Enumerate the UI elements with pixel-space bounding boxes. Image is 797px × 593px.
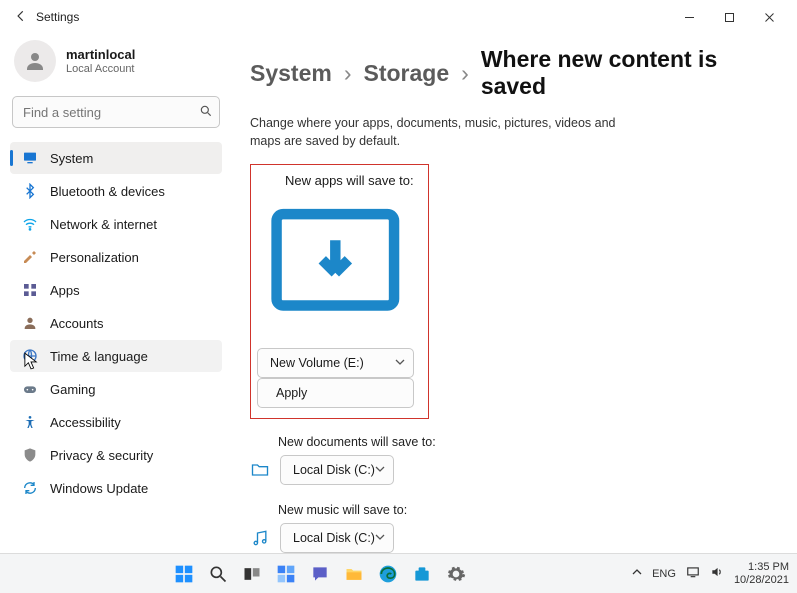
- sidebar-item-label: Time & language: [50, 349, 148, 364]
- update-icon: [22, 480, 38, 496]
- tray-clock[interactable]: 1:35 PM 10/28/2021: [734, 561, 789, 586]
- system-tray[interactable]: ENG 1:35 PM 10/28/2021: [632, 561, 789, 586]
- window-title: Settings: [36, 10, 79, 24]
- app-install-icon: [257, 333, 414, 348]
- tray-volume-icon[interactable]: [710, 565, 724, 582]
- dropdown-value: New Volume (E:): [270, 356, 364, 370]
- folder-icon: [250, 460, 270, 480]
- content: System › Storage › Where new content is …: [232, 34, 797, 553]
- back-button[interactable]: [14, 9, 28, 26]
- sidebar-item-personalization[interactable]: Personalization: [10, 241, 222, 273]
- sidebar: martinlocal Local Account System Bluetoo…: [0, 34, 232, 553]
- grid-icon: [22, 282, 38, 298]
- close-button[interactable]: [749, 2, 789, 32]
- sidebar-item-label: Apps: [50, 283, 80, 298]
- tray-chevron-icon[interactable]: [632, 567, 642, 580]
- explorer-icon[interactable]: [342, 562, 366, 586]
- settings-icon[interactable]: [444, 562, 468, 586]
- sidebar-item-label: System: [50, 151, 93, 166]
- sidebar-item-label: Personalization: [50, 250, 139, 265]
- taskbar-search-icon[interactable]: [206, 562, 230, 586]
- person-icon: [22, 315, 38, 331]
- breadcrumb: System › Storage › Where new content is …: [250, 46, 777, 100]
- sidebar-item-label: Privacy & security: [50, 448, 153, 463]
- shield-icon: [22, 447, 38, 463]
- sidebar-item-label: Accounts: [50, 316, 103, 331]
- nav-list: System Bluetooth & devices Network & int…: [8, 142, 224, 504]
- bluetooth-icon: [22, 183, 38, 199]
- maximize-button[interactable]: [709, 2, 749, 32]
- search-input[interactable]: [23, 105, 199, 120]
- group-music: New music will save to: Local Disk (C:): [250, 503, 777, 553]
- profile-name: martinlocal: [66, 47, 135, 62]
- taskbar: ENG 1:35 PM 10/28/2021: [0, 553, 797, 593]
- minimize-button[interactable]: [669, 2, 709, 32]
- chevron-right-icon: ›: [344, 60, 352, 87]
- sidebar-item-network[interactable]: Network & internet: [10, 208, 222, 240]
- tray-network-icon[interactable]: [686, 565, 700, 582]
- highlight-box: New apps will save to: New Volume (E:) A…: [250, 164, 429, 419]
- dropdown-docs-location[interactable]: Local Disk (C:): [280, 455, 394, 485]
- avatar: [14, 40, 56, 82]
- sidebar-item-apps[interactable]: Apps: [10, 274, 222, 306]
- chevron-down-icon: [375, 531, 385, 545]
- sidebar-item-time-language[interactable]: Time & language: [10, 340, 222, 372]
- profile-block[interactable]: martinlocal Local Account: [8, 34, 224, 96]
- chevron-right-icon: ›: [461, 60, 469, 87]
- start-button[interactable]: [172, 562, 196, 586]
- wifi-icon: [22, 216, 38, 232]
- breadcrumb-storage[interactable]: Storage: [364, 60, 450, 87]
- brush-icon: [22, 249, 38, 265]
- sidebar-item-accessibility[interactable]: Accessibility: [10, 406, 222, 438]
- apply-button[interactable]: Apply: [257, 378, 414, 408]
- breadcrumb-system[interactable]: System: [250, 60, 332, 87]
- chat-icon[interactable]: [308, 562, 332, 586]
- sidebar-item-label: Network & internet: [50, 217, 157, 232]
- chevron-down-icon: [375, 463, 385, 477]
- chevron-down-icon: [395, 356, 405, 370]
- search-icon: [199, 104, 213, 121]
- sidebar-item-label: Windows Update: [50, 481, 148, 496]
- dropdown-value: Local Disk (C:): [293, 531, 375, 545]
- accessibility-icon: [22, 414, 38, 430]
- sidebar-item-accounts[interactable]: Accounts: [10, 307, 222, 339]
- edge-icon[interactable]: [376, 562, 400, 586]
- sidebar-item-privacy[interactable]: Privacy & security: [10, 439, 222, 471]
- sidebar-item-system[interactable]: System: [10, 142, 222, 174]
- tray-language[interactable]: ENG: [652, 568, 676, 580]
- group-label-apps: New apps will save to:: [285, 173, 414, 188]
- group-documents: New documents will save to: Local Disk (…: [250, 435, 777, 485]
- dropdown-apps-location[interactable]: New Volume (E:): [257, 348, 414, 378]
- apply-label: Apply: [276, 386, 307, 400]
- breadcrumb-current: Where new content is saved: [481, 46, 777, 100]
- sidebar-item-label: Accessibility: [50, 415, 121, 430]
- music-icon: [250, 528, 270, 548]
- profile-sub: Local Account: [66, 63, 135, 75]
- sidebar-item-label: Gaming: [50, 382, 96, 397]
- monitor-icon: [22, 150, 38, 166]
- search-box[interactable]: [12, 96, 220, 128]
- group-label-docs: New documents will save to:: [278, 435, 777, 449]
- titlebar: Settings: [0, 0, 797, 34]
- page-description: Change where your apps, documents, music…: [250, 114, 630, 150]
- sidebar-item-label: Bluetooth & devices: [50, 184, 165, 199]
- tray-time: 1:35 PM: [734, 561, 789, 574]
- sidebar-item-bluetooth[interactable]: Bluetooth & devices: [10, 175, 222, 207]
- gaming-icon: [22, 381, 38, 397]
- task-view-icon[interactable]: [240, 562, 264, 586]
- dropdown-music-location[interactable]: Local Disk (C:): [280, 523, 394, 553]
- widgets-icon[interactable]: [274, 562, 298, 586]
- tray-date: 10/28/2021: [734, 574, 789, 587]
- sidebar-item-gaming[interactable]: Gaming: [10, 373, 222, 405]
- mouse-cursor-icon: [24, 352, 38, 370]
- sidebar-item-windows-update[interactable]: Windows Update: [10, 472, 222, 504]
- group-label-music: New music will save to:: [278, 503, 777, 517]
- dropdown-value: Local Disk (C:): [293, 463, 375, 477]
- store-icon[interactable]: [410, 562, 434, 586]
